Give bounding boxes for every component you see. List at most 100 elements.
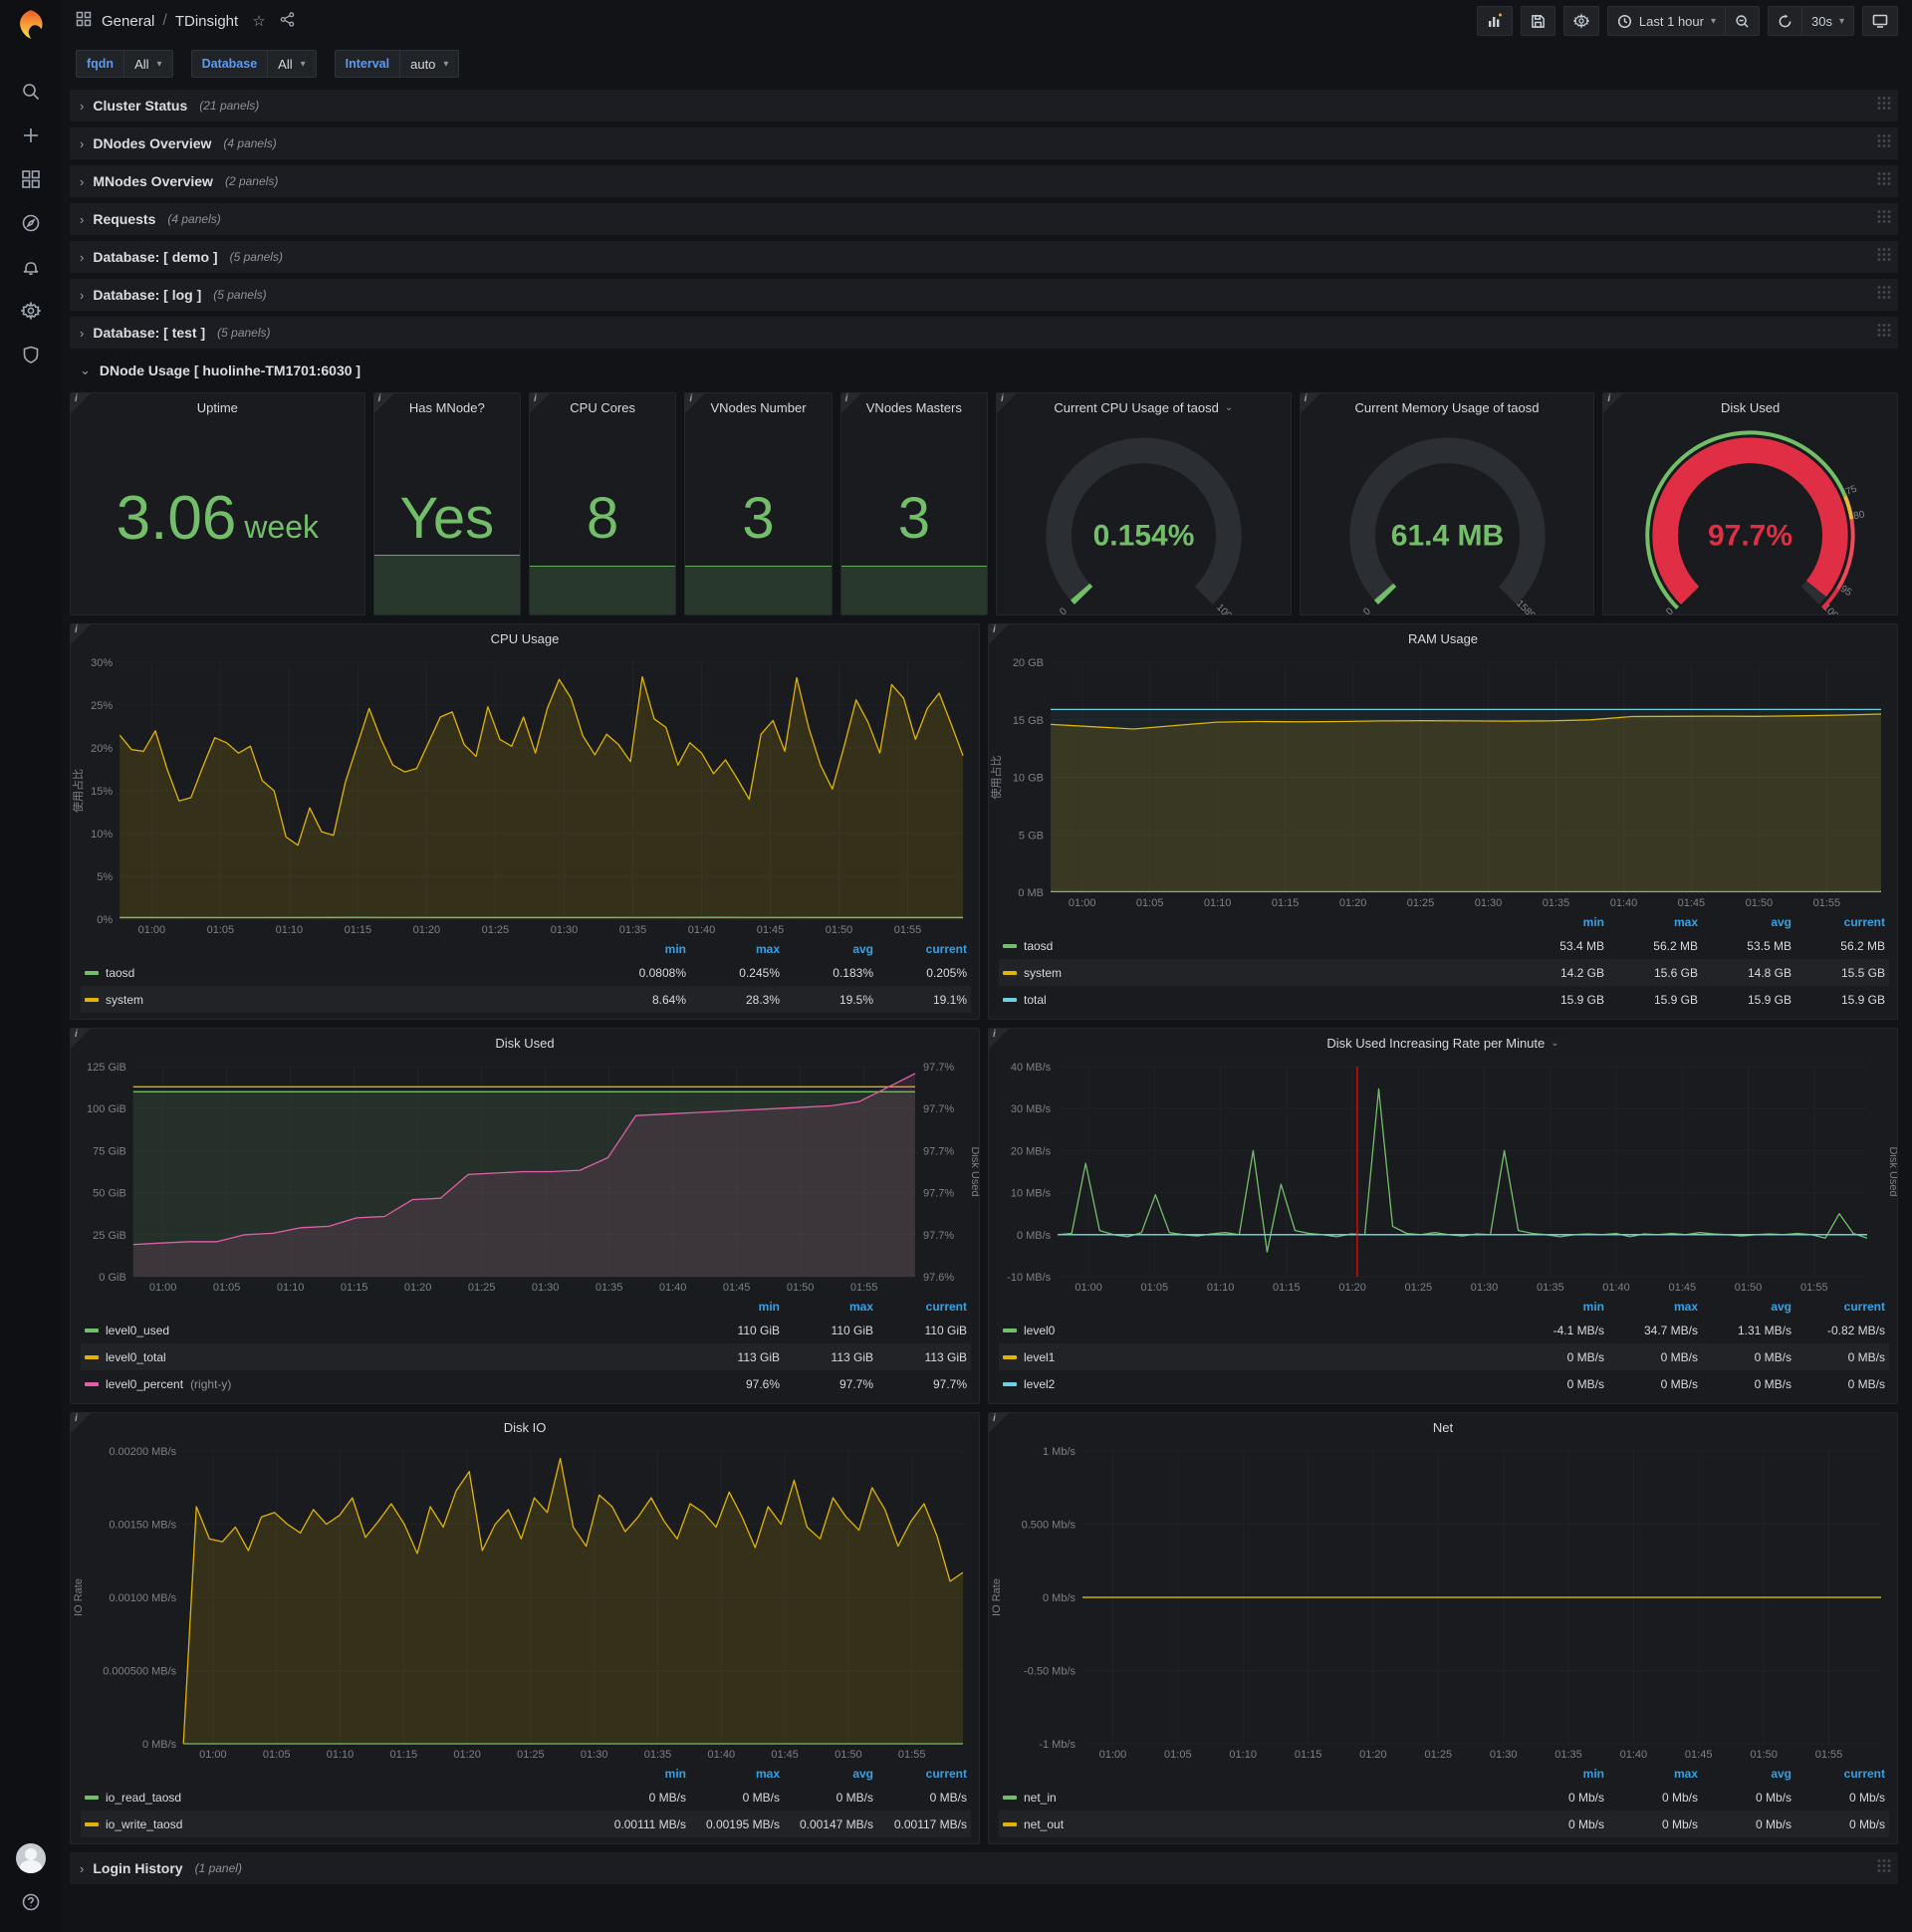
row-mnodes-overview[interactable]: › MNodes Overview (2 panels)	[70, 165, 1898, 197]
svg-text:使用占比: 使用占比	[71, 769, 85, 813]
row-database-test[interactable]: › Database: [ test ] (5 panels)	[70, 317, 1898, 349]
search-icon[interactable]	[11, 70, 51, 114]
legend-series[interactable]: net_in 0 Mb/s 0 Mb/s 0 Mb/s 0 Mb/s	[999, 1784, 1889, 1811]
panel-info-icon[interactable]: i	[71, 1413, 91, 1433]
alerting-bell-icon[interactable]	[11, 245, 51, 289]
chart-cpu-usage-plot[interactable]: 0% 5% 10% 15% 20% 25% 30% 01:00 01:05 01:10 01:15 0…	[71, 652, 979, 939]
refresh-button[interactable]	[1768, 6, 1802, 36]
row-drag-handle[interactable]	[1876, 96, 1892, 117]
chart-ram-usage-plot[interactable]: 0 MB 5 GB 10 GB 15 GB 20 GB 01:00 01:05 01:10 01…	[989, 652, 1897, 912]
explore-compass-icon[interactable]	[11, 201, 51, 245]
panel-info-icon[interactable]: i	[989, 1413, 1009, 1433]
panel-title[interactable]: RAM Usage	[989, 624, 1897, 652]
row-cluster-status[interactable]: › Cluster Status (21 panels)	[70, 90, 1898, 121]
help-icon[interactable]	[11, 1880, 51, 1924]
row-database-demo[interactable]: › Database: [ demo ] (5 panels)	[70, 241, 1898, 273]
user-avatar[interactable]	[11, 1836, 51, 1880]
row-drag-handle[interactable]	[1876, 133, 1892, 154]
chart-net-plot[interactable]: -1 Mb/s -0.50 Mb/s 0 Mb/s 0.500 Mb/s 1 Mb/s 0…	[989, 1441, 1897, 1764]
legend-series[interactable]: taosd 0.0808% 0.245% 0.183% 0.205%	[81, 959, 971, 986]
legend-series[interactable]: taosd 53.4 MB 56.2 MB 53.5 MB 56.2 MB	[999, 932, 1889, 959]
kiosk-tv-button[interactable]	[1862, 6, 1898, 36]
legend-series[interactable]: level0_used 110 GiB 110 GiB 110 GiB	[81, 1317, 971, 1343]
panel-title[interactable]: Disk Used	[1603, 393, 1897, 421]
gauge-memory-usage[interactable]: 0 15898 61.4 MB	[1301, 421, 1594, 614]
panel-title[interactable]: Net	[989, 1413, 1897, 1441]
panel-title[interactable]: Current Memory Usage of taosd	[1301, 393, 1594, 421]
panel-info-icon[interactable]: i	[996, 393, 1017, 413]
panel-title[interactable]: VNodes Masters	[841, 393, 987, 421]
row-requests[interactable]: › Requests (4 panels)	[70, 203, 1898, 235]
panel-title[interactable]: Disk Used	[71, 1029, 979, 1057]
chart-disk-used-plot[interactable]: 0 GiB 25 GiB 50 GiB 75 GiB 100 GiB 125 GiB 01:…	[71, 1057, 979, 1297]
legend-series[interactable]: system 14.2 GB 15.6 GB 14.8 GB 15.5 GB	[999, 959, 1889, 986]
row-drag-handle[interactable]	[1876, 171, 1892, 192]
variable-fqdn[interactable]: fqdn All ▾	[76, 50, 173, 78]
configuration-gear-icon[interactable]	[11, 289, 51, 333]
panel-info-icon[interactable]: i	[1603, 393, 1624, 413]
legend-series[interactable]: level0_total 113 GiB 113 GiB 113 GiB	[81, 1343, 971, 1370]
panel-title[interactable]: Disk Used Increasing Rate per Minute ⌄	[989, 1029, 1897, 1057]
legend-series[interactable]: level2 0 MB/s 0 MB/s 0 MB/s 0 MB/s	[999, 1370, 1889, 1397]
panel-info-icon[interactable]: i	[840, 393, 861, 413]
row-dnode-usage-expanded[interactable]: ⌄ DNode Usage [ huolinhe-TM1701:6030 ]	[70, 355, 1898, 386]
add-panel-button[interactable]	[1476, 6, 1513, 36]
legend-series[interactable]: level0_percent (right-y) 97.6% 97.7% 97.7%	[81, 1370, 971, 1397]
panel-title[interactable]: Uptime	[71, 393, 364, 421]
gauge-cpu-usage[interactable]: 0 100 0.154%	[997, 421, 1291, 614]
panel-info-icon[interactable]: i	[1300, 393, 1320, 413]
chevron-right-icon: ›	[80, 325, 85, 341]
row-drag-handle[interactable]	[1876, 323, 1892, 344]
legend-series[interactable]: level1 0 MB/s 0 MB/s 0 MB/s 0 MB/s	[999, 1343, 1889, 1370]
variable-interval[interactable]: Interval auto ▾	[334, 50, 460, 78]
gauge-disk-used[interactable]: 0 75 80 95 100 97.7%	[1603, 421, 1897, 614]
row-drag-handle[interactable]	[1876, 247, 1892, 268]
row-drag-handle[interactable]	[1876, 209, 1892, 230]
create-plus-icon[interactable]	[11, 114, 51, 157]
panel-title[interactable]: Has MNode?	[374, 393, 520, 421]
panel-info-icon[interactable]: i	[71, 624, 91, 644]
svg-text:01:50: 01:50	[835, 1749, 862, 1761]
panel-title[interactable]: Current CPU Usage of taosd ⌄	[997, 393, 1291, 421]
panel-info-icon[interactable]: i	[71, 1029, 91, 1049]
panel-info-icon[interactable]: i	[685, 393, 706, 413]
breadcrumb-folder[interactable]: General	[102, 13, 154, 30]
dashboard-settings-button[interactable]	[1562, 6, 1599, 36]
grafana-logo-icon[interactable]	[14, 8, 48, 42]
refresh-interval-picker[interactable]: 30s ▾	[1802, 6, 1854, 36]
row-database-log[interactable]: › Database: [ log ] (5 panels)	[70, 279, 1898, 311]
row-drag-handle[interactable]	[1876, 1858, 1892, 1879]
favorite-star-icon[interactable]: ☆	[252, 12, 265, 30]
save-dashboard-button[interactable]	[1520, 6, 1555, 36]
zoom-out-time-button[interactable]	[1726, 6, 1760, 36]
legend-series[interactable]: io_read_taosd 0 MB/s 0 MB/s 0 MB/s 0 MB/s	[81, 1784, 971, 1811]
panel-info-icon[interactable]: i	[989, 1029, 1009, 1049]
dashboard-grid-icon	[76, 11, 92, 32]
legend-series[interactable]: net_out 0 Mb/s 0 Mb/s 0 Mb/s 0 Mb/s	[999, 1811, 1889, 1837]
variable-database[interactable]: Database All ▾	[190, 50, 317, 78]
panel-info-icon[interactable]: i	[989, 624, 1009, 644]
row-drag-handle[interactable]	[1876, 285, 1892, 306]
server-admin-shield-icon[interactable]	[11, 333, 51, 376]
legend-series[interactable]: total 15.9 GB 15.9 GB 15.9 GB 15.9 GB	[999, 986, 1889, 1013]
svg-text:-1 Mb/s: -1 Mb/s	[1039, 1739, 1076, 1751]
panel-title[interactable]: VNodes Number	[685, 393, 831, 421]
panel-info-icon[interactable]: i	[529, 393, 550, 413]
row-login-history[interactable]: › Login History (1 panel)	[70, 1852, 1898, 1884]
svg-text:01:00: 01:00	[149, 1282, 177, 1294]
panel-title[interactable]: Disk IO	[71, 1413, 979, 1441]
legend-series[interactable]: level0 -4.1 MB/s 34.7 MB/s 1.31 MB/s -0.82 M…	[999, 1317, 1889, 1343]
breadcrumb-dashboard-title[interactable]: TDinsight	[175, 13, 238, 30]
panel-info-icon[interactable]: i	[71, 393, 91, 413]
dashboards-icon[interactable]	[11, 157, 51, 201]
legend-series[interactable]: io_write_taosd 0.00111 MB/s 0.00195 MB/s 0.…	[81, 1811, 971, 1837]
legend-series[interactable]: system 8.64% 28.3% 19.5% 19.1%	[81, 986, 971, 1013]
share-icon[interactable]	[280, 11, 295, 31]
chart-disk-io-plot[interactable]: 0 MB/s 0.000500 MB/s 0.00100 MB/s 0.00150 M…	[71, 1441, 979, 1764]
panel-title[interactable]: CPU Cores	[530, 393, 675, 421]
panel-info-icon[interactable]: i	[373, 393, 394, 413]
row-dnodes-overview[interactable]: › DNodes Overview (4 panels)	[70, 127, 1898, 159]
time-range-picker[interactable]: Last 1 hour ▾	[1606, 6, 1726, 36]
panel-title[interactable]: CPU Usage	[71, 624, 979, 652]
chart-disk-rate-plot[interactable]: -10 MB/s 0 MB/s 10 MB/s 20 MB/s 30 MB/s 40 MB…	[989, 1057, 1897, 1297]
